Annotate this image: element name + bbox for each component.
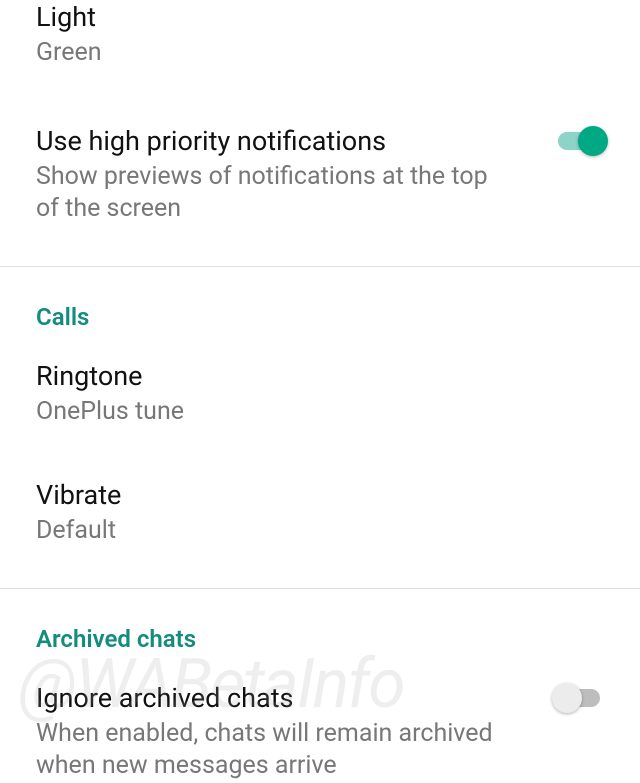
section-header-archived: Archived chats — [0, 625, 640, 653]
setting-ignore-archived[interactable]: Ignore archived chats When enabled, chat… — [0, 681, 640, 783]
ringtone-title: Ringtone — [36, 359, 604, 394]
high-priority-subtitle: Show previews of notifications at the to… — [36, 161, 506, 226]
section-header-calls: Calls — [0, 303, 640, 331]
setting-light[interactable]: Light Green — [0, 0, 640, 70]
light-value: Green — [36, 37, 604, 70]
ignore-archived-title: Ignore archived chats — [36, 681, 534, 716]
high-priority-toggle[interactable] — [554, 130, 604, 152]
ringtone-value: OnePlus tune — [36, 396, 604, 429]
setting-high-priority[interactable]: Use high priority notifications Show pre… — [0, 124, 640, 226]
light-title: Light — [36, 0, 604, 35]
ignore-archived-toggle[interactable] — [554, 687, 604, 709]
vibrate-title: Vibrate — [36, 478, 604, 513]
high-priority-title: Use high priority notifications — [36, 124, 534, 159]
setting-vibrate[interactable]: Vibrate Default — [0, 478, 640, 548]
setting-ringtone[interactable]: Ringtone OnePlus tune — [0, 359, 640, 429]
ignore-archived-subtitle: When enabled, chats will remain archived… — [36, 718, 516, 783]
vibrate-value: Default — [36, 515, 604, 548]
